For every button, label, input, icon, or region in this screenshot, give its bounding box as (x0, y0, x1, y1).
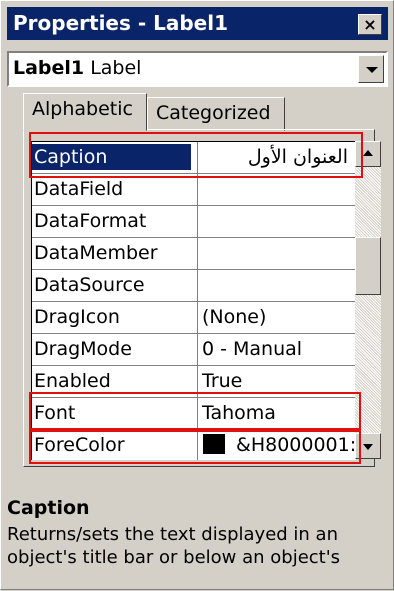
property-name: DataFormat (34, 210, 147, 232)
column-divider (197, 302, 198, 334)
window-title: Properties - Label1 (13, 11, 229, 35)
description-pane: Caption Returns/sets the text displayed … (1, 481, 394, 591)
property-name: Enabled (34, 370, 111, 392)
chevron-down-icon (366, 67, 378, 73)
property-row-dragmode[interactable]: DragMode 0 - Manual (32, 334, 356, 366)
column-divider (197, 366, 198, 398)
property-name: Font (34, 402, 76, 424)
arrow-down-icon (363, 444, 373, 450)
scroll-down-button[interactable] (355, 433, 381, 459)
property-name: ForeColor (34, 434, 125, 456)
column-divider (197, 430, 198, 460)
property-row-dragicon[interactable]: DragIcon (None) (32, 302, 356, 334)
property-row-datafield[interactable]: DataField (32, 174, 356, 206)
property-name: DragIcon (34, 306, 120, 328)
property-name: Caption (32, 144, 191, 170)
tab-categorized[interactable]: Categorized (147, 97, 285, 131)
tab-categorized-label: Categorized (156, 102, 271, 124)
property-grid[interactable]: Caption العنوان الأول DataField DataForma… (31, 141, 356, 460)
close-icon[interactable]: × (358, 14, 382, 35)
property-value[interactable]: (None) (202, 306, 266, 328)
property-row-dataformat[interactable]: DataFormat (32, 206, 356, 238)
property-value[interactable]: 0 - Manual (202, 338, 302, 360)
column-divider (197, 270, 198, 302)
property-row-forecolor[interactable]: ForeColor &H8000001: (32, 430, 356, 460)
property-row-datasource[interactable]: DataSource (32, 270, 356, 302)
property-name: DataMember (34, 242, 158, 264)
property-row-font[interactable]: Font Tahoma (32, 398, 356, 430)
column-divider (197, 142, 198, 174)
property-value[interactable]: True (202, 370, 242, 392)
column-divider (197, 206, 198, 238)
column-divider (197, 238, 198, 270)
object-selector-value: Label1 Label (13, 57, 141, 79)
object-selector-combo[interactable]: Label1 Label (7, 51, 388, 87)
column-divider (197, 398, 198, 430)
scroll-up-button[interactable] (355, 141, 381, 167)
combo-dropdown-button[interactable] (358, 55, 384, 83)
object-name: Label1 (13, 57, 85, 79)
vertical-scrollbar[interactable] (355, 141, 381, 459)
tab-alphabetic[interactable]: Alphabetic (23, 93, 147, 131)
property-value[interactable]: Tahoma (202, 402, 276, 424)
property-name: DataField (34, 178, 124, 200)
tab-alphabetic-label: Alphabetic (32, 98, 133, 120)
scroll-thumb[interactable] (355, 237, 381, 295)
property-value[interactable]: العنوان الأول (248, 146, 348, 168)
title-bar[interactable]: Properties - Label1 × (7, 7, 388, 40)
property-name: DataSource (34, 274, 145, 296)
properties-window: Properties - Label1 × Label1 Label Alpha… (0, 0, 394, 590)
description-title: Caption (7, 497, 90, 519)
property-row-datamember[interactable]: DataMember (32, 238, 356, 270)
property-value[interactable]: &H8000001: (236, 434, 356, 456)
description-text: Returns/sets the text displayed in an ob… (7, 524, 341, 568)
property-row-enabled[interactable]: Enabled True (32, 366, 356, 398)
arrow-up-icon (363, 150, 373, 156)
object-type: Label (90, 57, 142, 79)
property-name: DragMode (34, 338, 132, 360)
color-swatch (203, 434, 225, 454)
column-divider (197, 174, 198, 206)
column-divider (197, 334, 198, 366)
property-row-caption[interactable]: Caption العنوان الأول (32, 142, 356, 174)
